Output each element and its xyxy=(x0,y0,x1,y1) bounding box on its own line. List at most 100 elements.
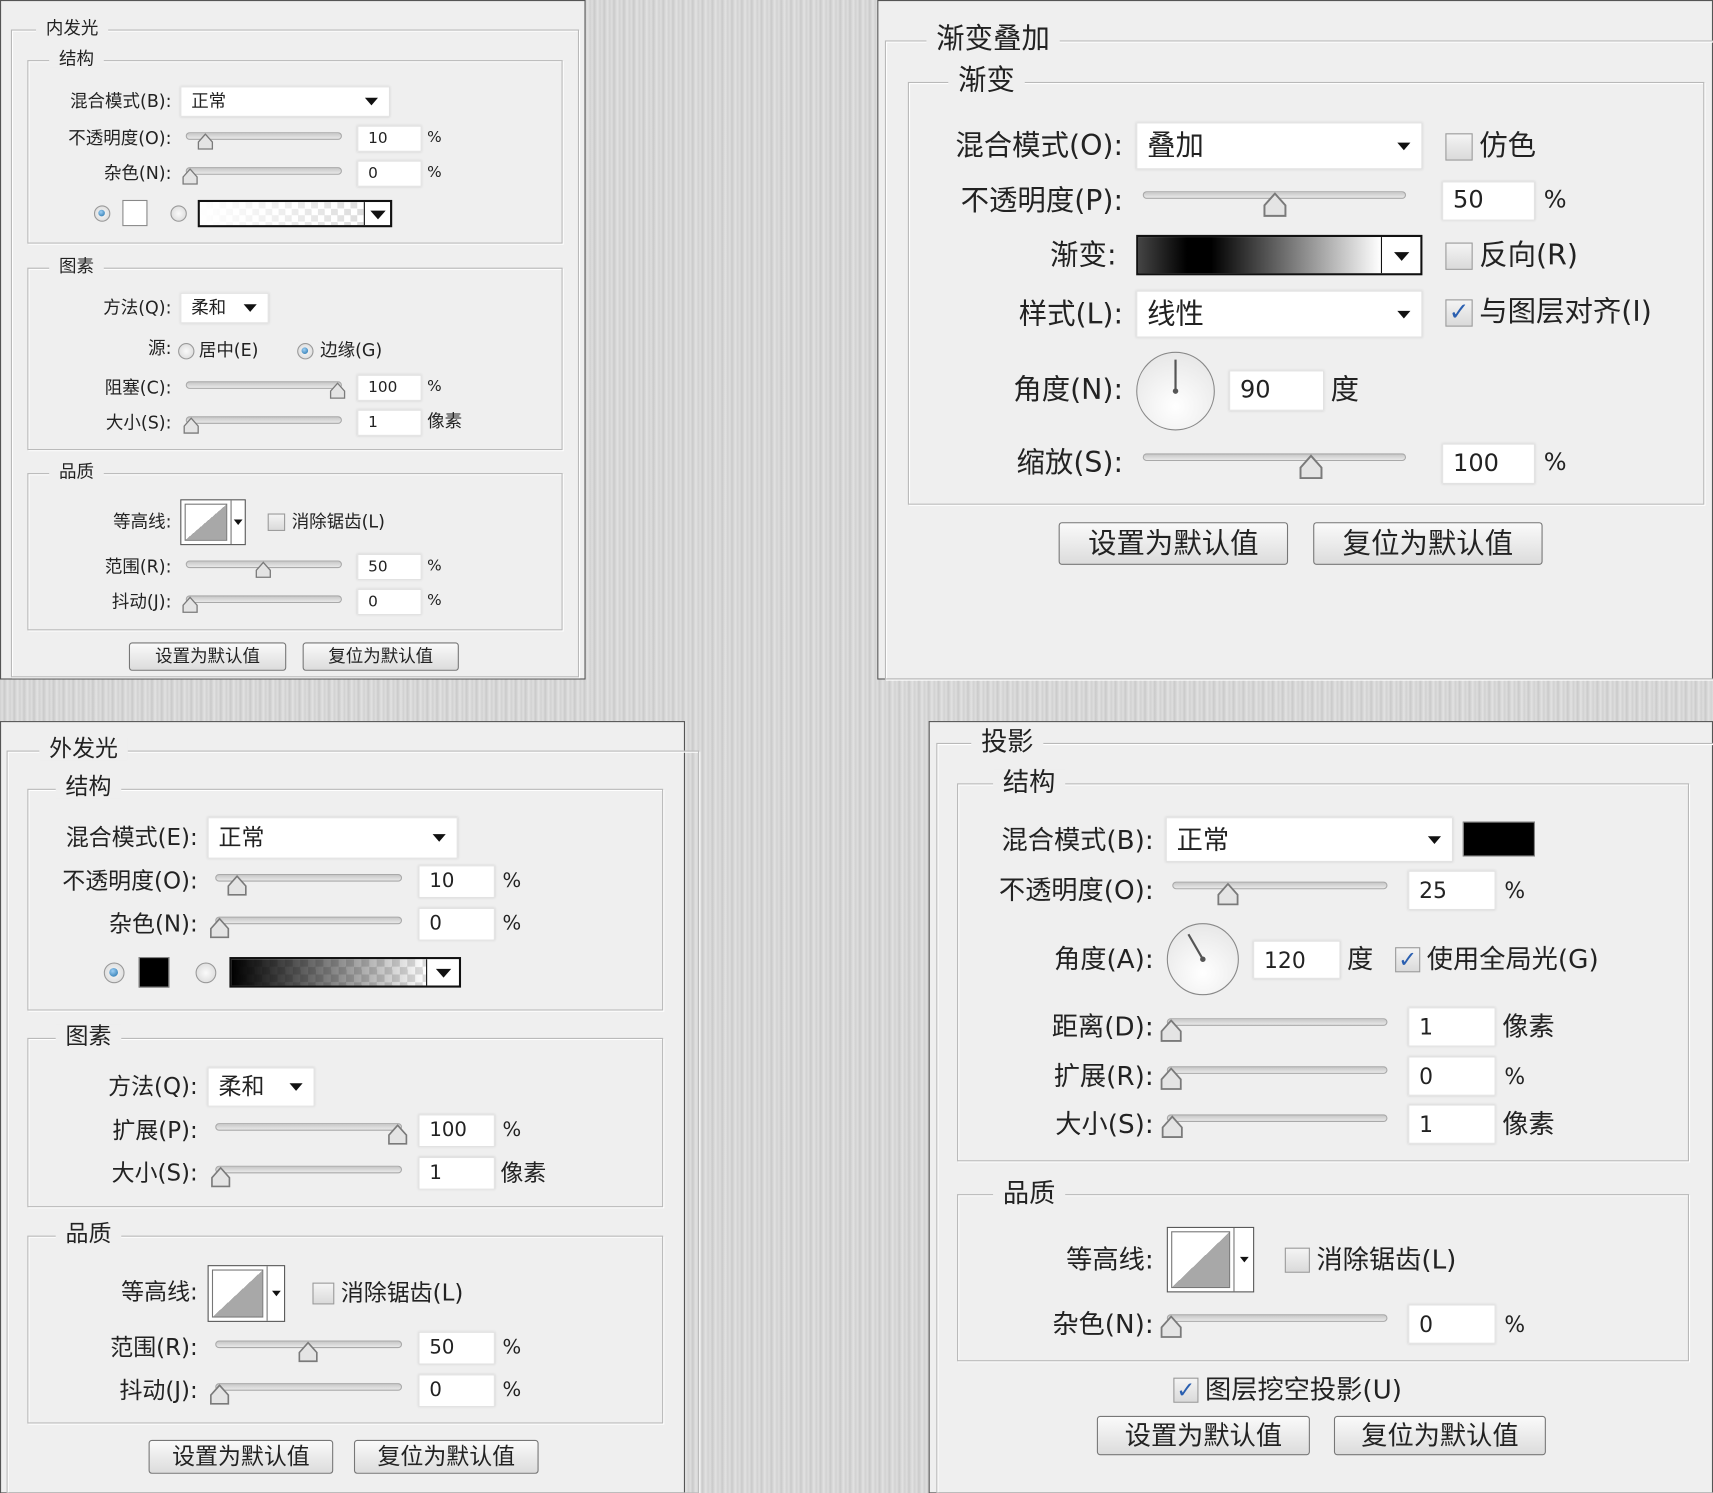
noise-input[interactable]: 0 xyxy=(1408,1304,1496,1344)
reset-default-button[interactable]: 复位为默认值 xyxy=(353,1439,539,1474)
blend-mode-select[interactable]: 正常 xyxy=(180,86,391,117)
distance-slider-thumb[interactable] xyxy=(1159,1019,1183,1043)
scale-slider[interactable] xyxy=(1142,453,1407,462)
antialias-checkbox[interactable] xyxy=(1284,1247,1310,1273)
contour-picker[interactable] xyxy=(207,1265,286,1322)
choke-slider[interactable] xyxy=(185,381,342,389)
reset-default-button[interactable]: 复位为默认值 xyxy=(302,642,459,671)
opacity-slider-thumb[interactable] xyxy=(1261,192,1287,218)
noise-slider-thumb[interactable] xyxy=(209,917,231,940)
opacity-slider-thumb[interactable] xyxy=(196,133,213,150)
jitter-slider[interactable] xyxy=(215,1383,403,1391)
chevron-down-icon[interactable] xyxy=(363,202,391,226)
gradient-radio[interactable] xyxy=(195,961,216,983)
shadow-color-swatch[interactable] xyxy=(1462,821,1535,857)
size-slider[interactable] xyxy=(1166,1114,1388,1122)
style-select[interactable]: 线性 xyxy=(1136,290,1423,338)
make-default-button[interactable]: 设置为默认值 xyxy=(148,1439,334,1474)
opacity-slider-thumb[interactable] xyxy=(226,874,248,897)
make-default-button[interactable]: 设置为默认值 xyxy=(128,642,287,671)
jitter-slider-thumb[interactable] xyxy=(181,596,198,614)
blend-mode-select[interactable]: 正常 xyxy=(1165,817,1454,862)
contour-picker[interactable] xyxy=(1166,1226,1255,1293)
reset-default-button[interactable]: 复位为默认值 xyxy=(1313,522,1543,565)
size-input[interactable]: 1 xyxy=(357,409,422,436)
angle-input[interactable]: 120 xyxy=(1253,940,1341,979)
contour-dropdown-arrow[interactable] xyxy=(266,1266,284,1321)
jitter-slider[interactable] xyxy=(185,595,342,604)
range-slider-thumb[interactable] xyxy=(297,1341,319,1364)
size-slider-thumb[interactable] xyxy=(182,417,199,434)
glow-gradient-picker[interactable] xyxy=(229,957,462,988)
glow-color-swatch[interactable] xyxy=(138,957,170,988)
noise-slider-thumb[interactable] xyxy=(181,168,198,185)
size-input[interactable]: 1 xyxy=(418,1156,495,1190)
range-input[interactable]: 50 xyxy=(357,553,422,581)
spread-input[interactable]: 0 xyxy=(1408,1056,1496,1096)
layer-knockout-checkbox[interactable]: ✓ xyxy=(1173,1377,1199,1403)
range-input[interactable]: 50 xyxy=(418,1331,495,1365)
size-slider[interactable] xyxy=(215,1165,403,1174)
source-center-radio[interactable] xyxy=(177,342,194,359)
scale-slider-thumb[interactable] xyxy=(1298,454,1324,480)
blend-mode-select[interactable]: 正常 xyxy=(207,817,458,859)
scale-input[interactable]: 100 xyxy=(1442,443,1535,484)
contour-dropdown-arrow[interactable] xyxy=(230,500,244,545)
jitter-input[interactable]: 0 xyxy=(418,1374,495,1408)
solid-color-radio[interactable] xyxy=(103,961,124,983)
size-input[interactable]: 1 xyxy=(1408,1104,1496,1144)
opacity-input[interactable]: 50 xyxy=(1442,181,1535,221)
make-default-button[interactable]: 设置为默认值 xyxy=(1058,522,1289,565)
technique-select[interactable]: 柔和 xyxy=(207,1067,315,1107)
distance-slider[interactable] xyxy=(1166,1018,1388,1026)
align-with-layer-checkbox[interactable]: ✓ xyxy=(1445,298,1473,327)
spread-slider-thumb[interactable] xyxy=(1159,1067,1183,1091)
reset-default-button[interactable]: 复位为默认值 xyxy=(1333,1415,1546,1456)
make-default-button[interactable]: 设置为默认值 xyxy=(1096,1415,1310,1456)
spread-slider-thumb[interactable] xyxy=(387,1124,409,1146)
opacity-input[interactable]: 25 xyxy=(1408,870,1496,911)
spread-slider[interactable] xyxy=(215,1123,403,1131)
angle-input[interactable]: 90 xyxy=(1229,370,1325,411)
spread-slider[interactable] xyxy=(1166,1066,1388,1074)
source-edge-radio[interactable] xyxy=(296,342,314,359)
range-slider-thumb[interactable] xyxy=(254,561,271,579)
size-slider[interactable] xyxy=(185,416,342,424)
dither-checkbox[interactable] xyxy=(1445,132,1473,161)
choke-slider-thumb[interactable] xyxy=(329,382,346,399)
noise-slider[interactable] xyxy=(215,916,403,925)
noise-input[interactable]: 0 xyxy=(418,907,495,941)
blend-mode-select[interactable]: 叠加 xyxy=(1136,122,1423,170)
size-slider-thumb[interactable] xyxy=(1160,1115,1184,1139)
noise-input[interactable]: 0 xyxy=(357,160,422,187)
noise-slider-thumb[interactable] xyxy=(1159,1315,1183,1339)
technique-select[interactable]: 柔和 xyxy=(180,292,269,324)
antialias-checkbox[interactable] xyxy=(267,513,286,531)
reverse-checkbox[interactable] xyxy=(1445,241,1473,270)
angle-dial[interactable] xyxy=(1166,923,1239,996)
spread-input[interactable]: 100 xyxy=(418,1114,495,1148)
chevron-down-icon[interactable] xyxy=(1380,237,1421,274)
size-slider-thumb[interactable] xyxy=(209,1166,231,1189)
opacity-slider[interactable] xyxy=(1172,881,1388,890)
jitter-input[interactable]: 0 xyxy=(357,588,422,616)
gradient-picker[interactable] xyxy=(1136,234,1423,276)
noise-slider[interactable] xyxy=(185,167,342,175)
jitter-slider-thumb[interactable] xyxy=(209,1384,231,1406)
glow-gradient-picker[interactable] xyxy=(197,199,393,228)
distance-input[interactable]: 1 xyxy=(1408,1007,1496,1047)
contour-picker[interactable] xyxy=(180,499,246,546)
chevron-down-icon[interactable] xyxy=(426,959,459,986)
opacity-slider-thumb[interactable] xyxy=(1216,882,1240,907)
gradient-radio[interactable] xyxy=(169,204,187,222)
contour-dropdown-arrow[interactable] xyxy=(1233,1227,1253,1292)
opacity-input[interactable]: 10 xyxy=(418,865,495,899)
choke-input[interactable]: 100 xyxy=(357,374,422,401)
noise-slider[interactable] xyxy=(1166,1314,1388,1322)
angle-dial[interactable] xyxy=(1136,351,1215,431)
antialias-checkbox[interactable] xyxy=(312,1282,335,1305)
global-light-checkbox[interactable]: ✓ xyxy=(1395,946,1421,972)
glow-color-swatch[interactable] xyxy=(122,199,148,227)
opacity-input[interactable]: 10 xyxy=(357,125,422,152)
solid-color-radio[interactable] xyxy=(93,204,110,222)
